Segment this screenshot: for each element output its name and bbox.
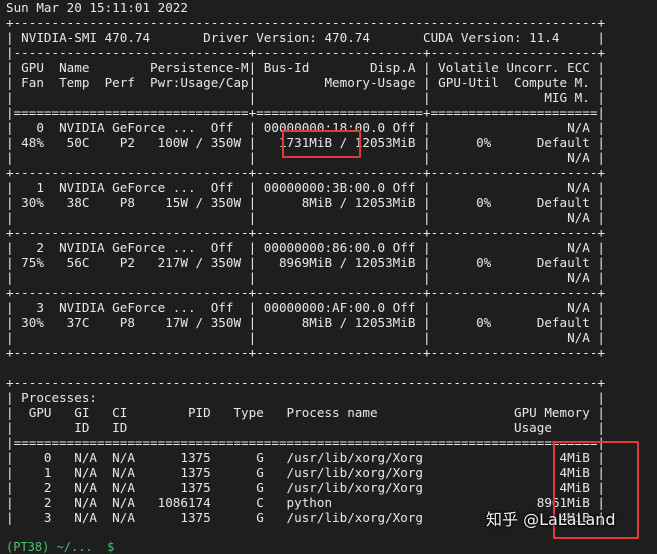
- terminal-line: +-------------------------------+-------…: [6, 225, 605, 240]
- terminal-line: | NVIDIA-SMI 470.74 Driver Version: 470.…: [6, 30, 605, 45]
- terminal-line: |===============================+=======…: [6, 105, 605, 120]
- terminal-line: | 2 NVIDIA GeForce ... Off | 00000000:86…: [6, 240, 605, 255]
- terminal-line: | 1 N/A N/A 1375 G /usr/lib/xorg/Xorg 4M…: [6, 465, 605, 480]
- terminal-line: | 30% 38C P8 15W / 350W | 8MiB / 12053Mi…: [6, 195, 605, 210]
- terminal-line: | GPU GI CI PID Type Process name GPU Me…: [6, 405, 605, 420]
- terminal-line: Sun Mar 20 15:11:01 2022: [6, 0, 188, 15]
- terminal-line: +-------------------------------+-------…: [6, 165, 605, 180]
- terminal-line: +-------------------------------+-------…: [6, 285, 605, 300]
- terminal-line: | 0 NVIDIA GeForce ... Off | 00000000:18…: [6, 120, 605, 135]
- terminal-line: | | | N/A |: [6, 330, 605, 345]
- terminal-line: | 3 NVIDIA GeForce ... Off | 00000000:AF…: [6, 300, 605, 315]
- terminal-line: |-------------------------------+-------…: [6, 45, 605, 60]
- terminal-line: | 48% 50C P2 100W / 350W | 1731MiB / 120…: [6, 135, 605, 150]
- terminal-line: | | | N/A |: [6, 150, 605, 165]
- terminal-line: | Fan Temp Perf Pwr:Usage/Cap| Memory-Us…: [6, 75, 605, 90]
- terminal-output: Sun Mar 20 15:11:01 2022 +---------------…: [0, 0, 605, 525]
- terminal-line: +---------------------------------------…: [6, 375, 605, 390]
- terminal-line: | | | N/A |: [6, 210, 605, 225]
- terminal-line: | 0 N/A N/A 1375 G /usr/lib/xorg/Xorg 4M…: [6, 450, 605, 465]
- terminal-line: | 30% 37C P8 17W / 350W | 8MiB / 12053Mi…: [6, 315, 605, 330]
- terminal-line: |=======================================…: [6, 435, 605, 450]
- terminal-line: | 1 NVIDIA GeForce ... Off | 00000000:3B…: [6, 180, 605, 195]
- terminal-line: | ID ID Usage |: [6, 420, 605, 435]
- terminal-line: | | | N/A |: [6, 270, 605, 285]
- zhihu-watermark: 知乎 @LaLaLand: [486, 510, 616, 529]
- terminal-line: | 2 N/A N/A 1375 G /usr/lib/xorg/Xorg 4M…: [6, 480, 605, 495]
- terminal-line: | 75% 56C P2 217W / 350W | 8969MiB / 120…: [6, 255, 605, 270]
- shell-prompt[interactable]: (PT38) ~/... $: [6, 540, 114, 554]
- terminal-line: | Processes: |: [6, 390, 605, 405]
- terminal-line: +-------------------------------+-------…: [6, 345, 605, 360]
- terminal-line: | GPU Name Persistence-M| Bus-Id Disp.A …: [6, 60, 605, 75]
- terminal-line: | | | MIG M. |: [6, 90, 605, 105]
- terminal-line: +---------------------------------------…: [6, 15, 605, 30]
